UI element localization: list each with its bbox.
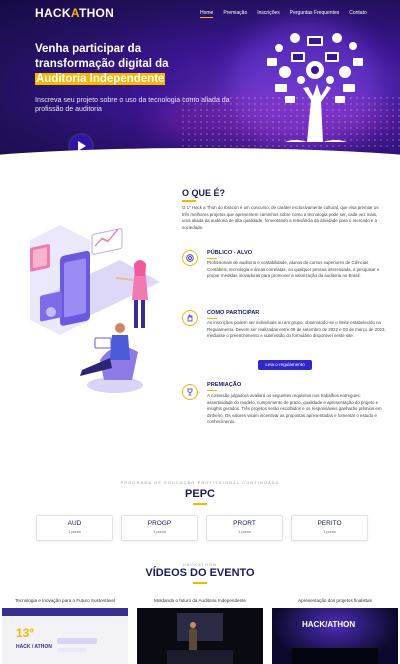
pepc-card-aud: AUD 1 ponto xyxy=(36,515,113,541)
video-thumbnail[interactable]: HACK/ATHON xyxy=(272,608,398,664)
nav-premiacao[interactable]: Premiação xyxy=(223,10,247,18)
pepc-divider xyxy=(193,503,207,505)
video-title: Apresentação dos projetos finalistas xyxy=(298,598,372,603)
main-nav: Home Premiação Inscrições Perguntas Freq… xyxy=(200,10,367,18)
pepc-card-perito: PERITO 1 ponto xyxy=(291,515,368,541)
hero-title: Venha participar da transformação digita… xyxy=(35,43,169,85)
video-card[interactable]: Apresentação dos projetos finalistas HAC… xyxy=(272,597,398,664)
target-icon xyxy=(182,250,198,266)
nav-home[interactable]: Home xyxy=(200,10,214,18)
video-card[interactable]: Tecnologia e Inovação para o Futuro Sust… xyxy=(2,597,128,664)
video-title: Tecnologia e Inovação para o Futuro Sust… xyxy=(15,598,115,603)
videos-title: VÍDEOS DO EVENTO xyxy=(145,567,255,579)
feature-title-como-participar: COMO PARTICIPAR xyxy=(207,310,259,319)
feature-text-como-participar: As inscrições podem ser individuais ou e… xyxy=(207,320,386,339)
read-regulation-button[interactable]: Leia o regulamento xyxy=(258,360,312,370)
pepc-card-progp: PROGP 1 ponto xyxy=(121,515,198,541)
video-thumbnail[interactable]: 13º HACK / ATHON xyxy=(2,608,128,664)
hero-curve xyxy=(0,148,400,165)
people-with-devices-illustration xyxy=(30,225,160,393)
video-thumbnail[interactable] xyxy=(137,608,263,664)
about-text: O 1º Hack a Thon do Ibracon é um concurs… xyxy=(182,205,379,230)
nav-contato[interactable]: Contato xyxy=(349,10,367,18)
tech-tree-illustration xyxy=(267,33,363,142)
pepc-card-prort: PRORT 1 ponto xyxy=(206,515,283,541)
video-title: Moldando o futuro da Auditoria Independe… xyxy=(154,598,246,603)
nav-inscricoes[interactable]: Inscrições xyxy=(257,10,280,18)
hero-banner: HACKATHON Home Premiação Inscrições Perg… xyxy=(0,0,400,165)
about-title: O QUE É? xyxy=(182,188,225,202)
nav-faq[interactable]: Perguntas Frequentes xyxy=(290,10,339,18)
feature-title-publico: PÚBLICO - ALVO xyxy=(207,250,252,259)
feature-title-premiacao: PREMIAÇÃO xyxy=(207,382,241,391)
video-card[interactable]: Moldando o futuro da Auditoria Independe… xyxy=(137,597,263,664)
trophy-icon xyxy=(182,384,198,400)
hero-subtitle: Inscreva seu projeto sobre o uso da tecn… xyxy=(35,97,230,113)
pepc-title: PEPC xyxy=(185,488,215,500)
site-logo[interactable]: HACKATHON xyxy=(35,6,114,20)
videos-divider xyxy=(193,582,207,584)
hand-icon xyxy=(182,310,198,326)
feature-text-publico: Profissionais de auditoria e contabilida… xyxy=(207,260,380,279)
feature-text-premiacao: A comissão julgadora avaliará os seguint… xyxy=(207,393,382,425)
pepc-cards: AUD 1 ponto PROGP 1 ponto PRORT 1 ponto … xyxy=(36,515,368,541)
pepc-overline: PROGRAMA DE EDUCAÇÃO PROFISSIONAL CONTIN… xyxy=(120,481,280,485)
